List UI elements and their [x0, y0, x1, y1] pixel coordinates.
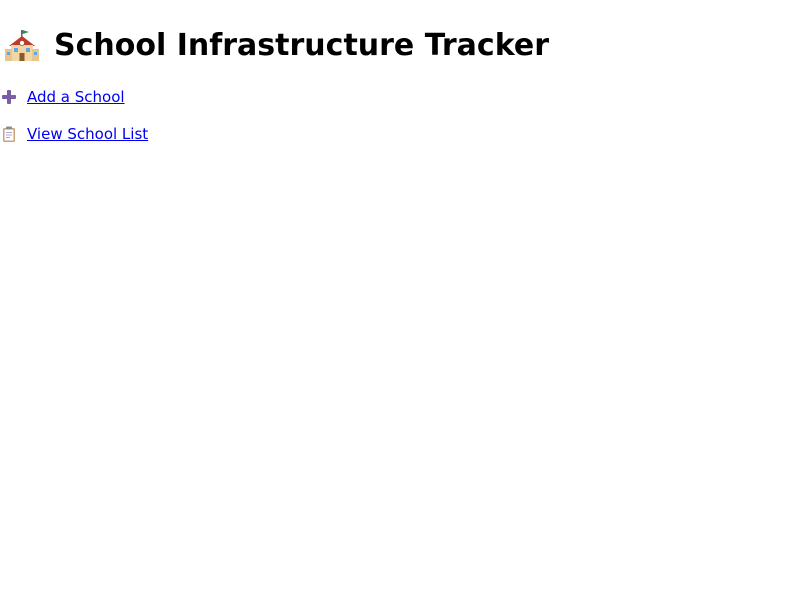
page-title: School Infrastructure Tracker [54, 28, 549, 63]
view-school-list-label: View School List [27, 125, 149, 143]
page: School Infrastructure Tracker Add a Scho… [0, 0, 800, 600]
add-school-label: Add a School [27, 88, 125, 106]
page-header: School Infrastructure Tracker [4, 26, 549, 66]
plus-icon [0, 88, 18, 106]
clipboard-icon [0, 125, 18, 143]
add-school-link[interactable]: Add a School [0, 86, 125, 108]
school-building-icon [4, 28, 40, 64]
view-school-list-link[interactable]: View School List [0, 123, 148, 145]
